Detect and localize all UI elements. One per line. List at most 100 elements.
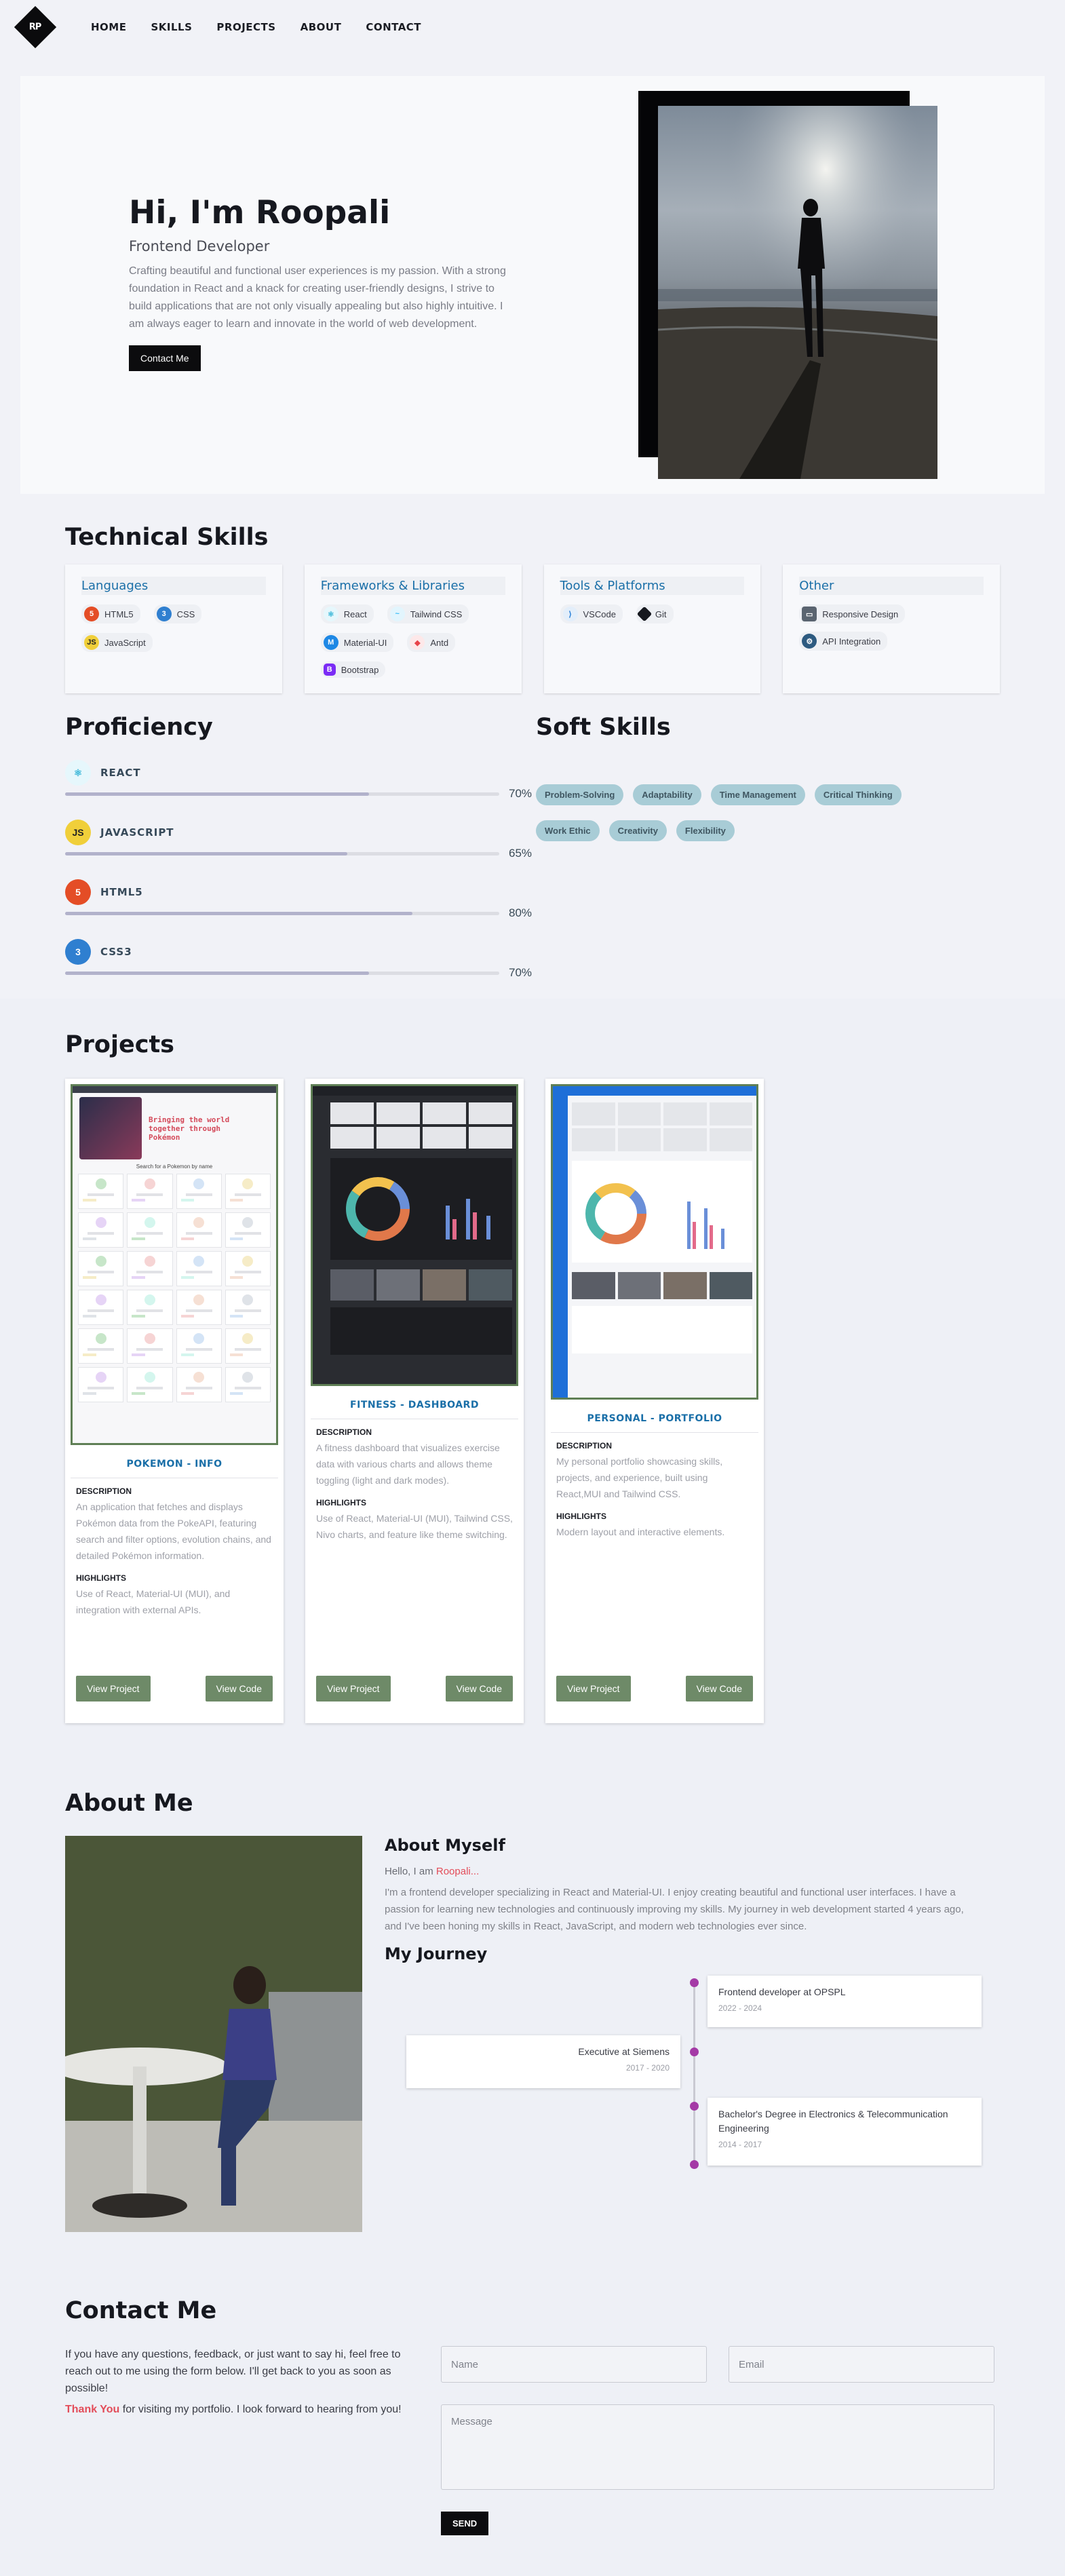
timeline-dot: [690, 1978, 699, 1987]
logo-text: RP: [29, 22, 41, 33]
proficiency-row: 5 HTML5 80%: [65, 879, 536, 920]
project-title: FITNESS - DASHBOARD: [311, 1400, 518, 1419]
soft-skill-chip: Problem-Solving: [536, 784, 624, 805]
nav-projects-link[interactable]: PROJECTS: [216, 21, 275, 33]
top-nav: RP HOME SKILLS PROJECTS ABOUT CONTACT: [0, 0, 1065, 54]
skill-chip: 3 CSS: [153, 604, 202, 623]
skill-chip: ⚙ API Integration: [799, 632, 888, 651]
proficiency-percent: 70%: [509, 966, 532, 979]
view-project-button[interactable]: View Project: [556, 1676, 631, 1702]
skill-card-languages: Languages 5 HTML5 3 CSS JS JavaScript: [65, 564, 282, 693]
pokemon-thumb: [78, 1174, 124, 1209]
react-icon: ⚛: [65, 760, 91, 786]
skill-chip-label: Antd: [430, 637, 449, 648]
pokemon-thumb: [78, 1212, 124, 1248]
timeline-dot: [690, 2048, 699, 2056]
pokemon-thumb: [78, 1328, 124, 1364]
pokemon-thumb: [127, 1212, 173, 1248]
skill-chip-label: Tailwind CSS: [410, 609, 463, 619]
project-card-fitness: FITNESS - DASHBOARD DESCRIPTION A fitnes…: [305, 1079, 524, 1723]
view-code-button[interactable]: View Code: [205, 1676, 273, 1702]
skill-card-other: Other ▭ Responsive Design ⚙ API Integratio…: [783, 564, 1000, 693]
contact-me-button[interactable]: Contact Me: [129, 345, 201, 371]
hero-description: Crafting beautiful and functional user e…: [129, 265, 506, 330]
skill-chip: JS JavaScript: [81, 633, 153, 652]
proficiency-row: ⚛ REACT 70%: [65, 760, 536, 801]
skill-chip: ▭ Responsive Design: [799, 604, 906, 623]
pokemon-thumb: [127, 1367, 173, 1402]
pokemon-thumb: [78, 1251, 124, 1286]
nav-about-link[interactable]: ABOUT: [301, 21, 342, 33]
vscode-icon: ⟩: [562, 607, 578, 621]
html5-icon: 5: [65, 879, 91, 905]
api-integration-icon: ⚙: [802, 634, 817, 649]
contact-section: Contact Me If you have any questions, fe…: [0, 2297, 1065, 2576]
skill-chip: ◆ Antd: [407, 633, 456, 652]
project-card-pokemon: Bringing the world together through Poké…: [65, 1079, 284, 1723]
skill-chip-label: CSS: [176, 609, 195, 619]
html5-icon: 5: [84, 607, 99, 621]
pokemon-thumb: [225, 1290, 271, 1325]
proficiency-head: JS JAVASCRIPT: [65, 820, 536, 845]
contact-intro: If you have any questions, feedback, or …: [65, 2346, 411, 2535]
antd-icon: ◆: [410, 635, 425, 650]
highlights-label: HIGHLIGHTS: [556, 1512, 606, 1521]
pokemon-thumb: [176, 1290, 222, 1325]
view-project-button[interactable]: View Project: [76, 1676, 151, 1702]
pokemon-thumb: [225, 1367, 271, 1402]
pokemon-thumb: [127, 1328, 173, 1364]
timeline-title: Executive at Siemens: [578, 2046, 670, 2057]
proficiency-bar: [65, 792, 499, 796]
name-field[interactable]: Name: [441, 2346, 707, 2383]
view-code-button[interactable]: View Code: [445, 1676, 513, 1702]
bootstrap-icon: B: [323, 664, 336, 676]
contact-form: Name Email Message SEND: [441, 2346, 994, 2535]
view-project-button[interactable]: View Project: [316, 1676, 391, 1702]
timeline-dot: [690, 2102, 699, 2111]
skill-chip-label: JavaScript: [104, 637, 146, 648]
about-myself-title: About Myself: [385, 1836, 505, 1855]
skill-group-title: Other: [799, 577, 984, 595]
css3-icon: 3: [156, 607, 172, 621]
project-screenshot: [551, 1084, 758, 1400]
send-button[interactable]: SEND: [441, 2512, 489, 2535]
pokemon-thumb: [78, 1367, 124, 1402]
css3-icon: 3: [65, 939, 91, 965]
pokemon-thumb: [176, 1367, 222, 1402]
proficiency-name: JAVASCRIPT: [100, 826, 174, 839]
proficiency-head: 3 CSS3: [65, 939, 536, 965]
proficiency-head: 5 HTML5: [65, 879, 536, 905]
timeline-dates: 2022 - 2024: [718, 2003, 762, 2013]
pokemon-thumb: [225, 1251, 271, 1286]
proficiency-row: JS JAVASCRIPT 65%: [65, 820, 536, 860]
nav-contact-link[interactable]: CONTACT: [366, 21, 421, 33]
logo[interactable]: RP: [14, 5, 57, 49]
pokemon-banner-text: Bringing the world together through Poké…: [149, 1115, 230, 1142]
nav-skills-link[interactable]: SKILLS: [151, 21, 192, 33]
skills-section: Technical Skills Languages 5 HTML5 3 CSS J…: [0, 524, 1065, 980]
skill-group-title: Languages: [81, 577, 266, 595]
proficiency-name: HTML5: [100, 886, 143, 898]
javascript-icon: JS: [84, 635, 99, 650]
email-field[interactable]: Email: [729, 2346, 994, 2383]
skill-group-title: Tools & Platforms: [560, 577, 745, 595]
nav-home-link[interactable]: HOME: [91, 21, 126, 33]
pokemon-thumb: [127, 1290, 173, 1325]
highlights-label: HIGHLIGHTS: [316, 1498, 366, 1507]
project-screenshot: [311, 1084, 518, 1386]
project-description: An application that fetches and displays…: [76, 1501, 271, 1561]
hero-title: Hi, I'm Roopali: [129, 194, 391, 231]
technical-skills-title: Technical Skills: [65, 524, 269, 551]
skill-chip: B Bootstrap: [320, 661, 386, 678]
about-bio: I'm a frontend developer specializing in…: [385, 1887, 964, 1932]
pokemon-thumb: [225, 1174, 271, 1209]
description-label: DESCRIPTION: [556, 1441, 613, 1450]
projects-title: Projects: [65, 1031, 175, 1058]
about-photo: [65, 1836, 362, 2232]
message-field[interactable]: Message: [441, 2404, 994, 2490]
skill-chip-label: Bootstrap: [341, 664, 379, 675]
skill-chip: ~ Tailwind CSS: [387, 604, 469, 623]
soft-skill-chip: Work Ethic: [536, 820, 600, 841]
timeline-card: Bachelor's Degree in Electronics & Telec…: [708, 2098, 982, 2166]
view-code-button[interactable]: View Code: [685, 1676, 753, 1702]
